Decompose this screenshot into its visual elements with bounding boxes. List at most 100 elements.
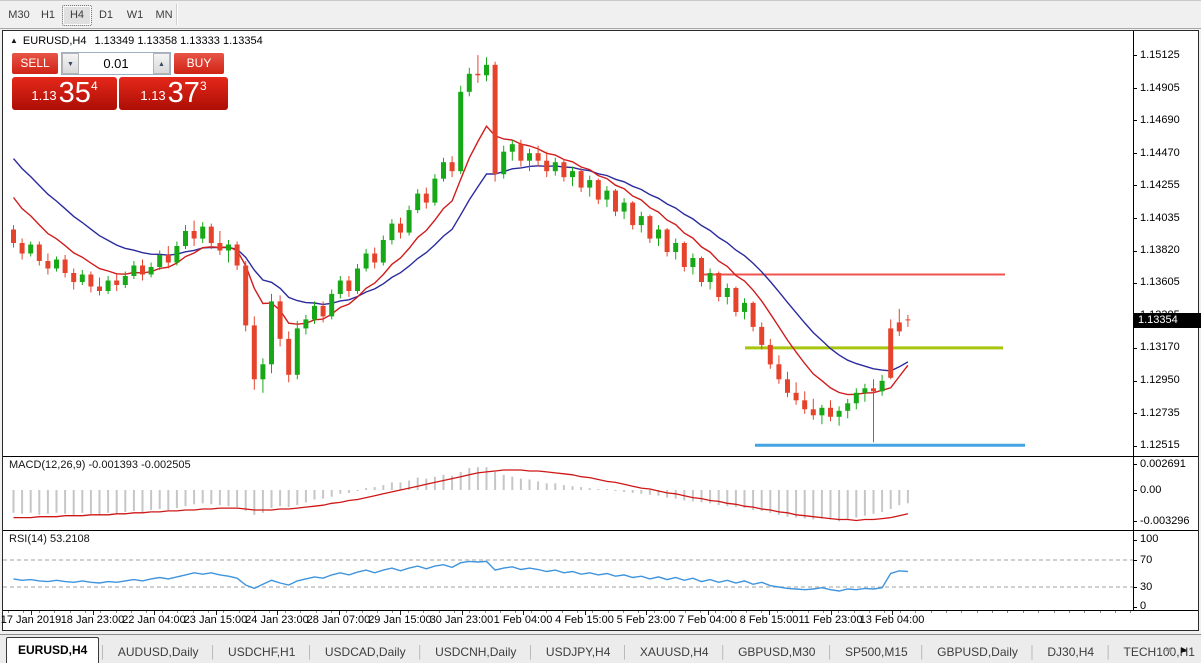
chart-tab-dj30-h4[interactable]: DJ30,H4 (1036, 641, 1105, 663)
chart-tab-usdcad-daily[interactable]: USDCAD,Daily (314, 641, 417, 663)
date-axis-tick (400, 611, 401, 615)
date-axis-label: 23 Jan 15:00 (184, 614, 248, 626)
buy-price-button[interactable]: 1.13 37 3 (119, 77, 228, 110)
price-axis-label: 1.12950 (1140, 374, 1180, 387)
chart-tab-gbpusd-daily[interactable]: GBPUSD,Daily (926, 641, 1029, 663)
sell-price-point: 4 (91, 80, 98, 92)
date-axis-minor-tick (100, 611, 101, 613)
current-price-tag: 1.13354 (1134, 313, 1201, 328)
timeframe-button-h1[interactable]: H1 (33, 5, 63, 26)
chart-title-row: ▲EURUSD,H41.13349 1.13358 1.13333 1.1335… (10, 35, 263, 49)
date-axis-minor-tick (285, 611, 286, 613)
date-axis-minor-tick (116, 611, 117, 613)
price-axis-tick (1133, 251, 1137, 252)
date-axis-tick (277, 611, 278, 615)
date-axis-tick (708, 611, 709, 615)
date-axis-minor-tick (669, 611, 670, 613)
chart-tab-audusd-daily[interactable]: AUDUSD,Daily (107, 641, 210, 663)
chart-tab-usdchf-h1[interactable]: USDCHF,H1 (217, 641, 306, 663)
volume-down-icon[interactable]: ▼ (62, 53, 79, 74)
price-axis-label: 1.12735 (1140, 407, 1180, 420)
timeframe-button-d1[interactable]: D1 (91, 5, 121, 26)
price-axis-tick (1133, 446, 1137, 447)
date-axis-minor-tick (931, 611, 932, 613)
chart-tab-bar: EURUSD,H4│AUDUSD,Daily│USDCHF,H1│USDCAD,… (0, 634, 1201, 663)
price-axis-label: 1.13170 (1140, 341, 1180, 354)
timeframe-button-m30[interactable]: M30 (4, 5, 34, 26)
chart-tab-eurusd-h4[interactable]: EURUSD,H4 (6, 637, 99, 663)
chart-window: ▲EURUSD,H41.13349 1.13358 1.13333 1.1335… (2, 30, 1199, 631)
date-axis-minor-tick (746, 611, 747, 613)
date-axis-minor-tick (223, 611, 224, 613)
timeframe-button-h4[interactable]: H4 (62, 5, 92, 26)
date-axis-minor-tick (500, 611, 501, 613)
ma-slow-line (14, 159, 908, 371)
sell-price-button[interactable]: 1.13 35 4 (12, 77, 117, 110)
date-axis-label: 28 Jan 07:00 (307, 614, 371, 626)
chart-tab-sp500-m15[interactable]: SP500,M15 (834, 641, 919, 663)
rsi-indicator-pane[interactable] (3, 531, 1133, 609)
volume-value[interactable]: 0.01 (79, 53, 153, 74)
sell-button[interactable]: SELL (12, 53, 58, 74)
price-axis-tick (1133, 55, 1137, 56)
tab-scroll-right-icon[interactable]: ► (1179, 645, 1195, 656)
date-axis-tick (585, 611, 586, 615)
date-axis-minor-tick (792, 611, 793, 613)
price-axis-label: 1.14690 (1140, 114, 1180, 127)
date-axis-minor-tick (208, 611, 209, 613)
date-axis-label: 17 Jan 2019 (1, 614, 62, 626)
date-axis-minor-tick (777, 611, 778, 613)
chart-tab-gbpusd-m30[interactable]: GBPUSD,M30 (727, 641, 826, 663)
date-axis-minor-tick (362, 611, 363, 613)
buy-price-pips: 37 (168, 79, 200, 108)
tab-separator: │ (826, 641, 834, 663)
date-axis-minor-tick (515, 611, 516, 613)
date-axis-tick (646, 611, 647, 615)
buy-price-point: 3 (200, 80, 207, 92)
sell-price-pips: 35 (59, 79, 91, 108)
symbol-title: EURUSD,H4 (23, 35, 87, 47)
price-axis-label: 1.14255 (1140, 179, 1180, 192)
date-axis-minor-tick (838, 611, 839, 613)
date-axis-label: 7 Feb 04:00 (678, 614, 737, 626)
rsi-axis-tick (1133, 607, 1137, 608)
date-axis-minor-tick (454, 611, 455, 613)
chart-tab-xauusd-h4[interactable]: XAUUSD,H4 (629, 641, 720, 663)
date-axis-minor-tick (1023, 611, 1024, 613)
volume-up-icon[interactable]: ▲ (153, 53, 170, 74)
price-axis-tick (1133, 185, 1137, 186)
collapse-panel-icon[interactable]: ▲ (10, 36, 18, 45)
date-axis-tick (93, 611, 94, 615)
timeframe-button-w1[interactable]: W1 (120, 5, 150, 26)
tab-separator: │ (1105, 641, 1113, 663)
date-axis-label: 24 Jan 23:00 (245, 614, 309, 626)
date-axis-minor-tick (562, 611, 563, 613)
tab-scroll-left-icon[interactable]: ◄ (1163, 645, 1179, 656)
date-axis-minor-tick (331, 611, 332, 613)
volume-spinner: ▼ 0.01 ▲ (61, 52, 171, 75)
date-axis-tick (892, 611, 893, 615)
price-axis-tick (1133, 88, 1137, 89)
date-axis-minor-tick (1130, 611, 1131, 613)
rsi-label: RSI(14) 53.2108 (9, 533, 90, 545)
date-axis-minor-tick (54, 611, 55, 613)
chart-tab-usdcnh-daily[interactable]: USDCNH,Daily (424, 641, 527, 663)
rsi-axis-tick (1133, 587, 1137, 588)
date-axis-minor-tick (823, 611, 824, 613)
price-axis-label: 1.14905 (1140, 82, 1180, 95)
macd-axis-label: -0.003296 (1140, 515, 1190, 528)
date-axis-minor-tick (685, 611, 686, 613)
timeframe-button-mn[interactable]: MN (149, 5, 179, 26)
date-axis-minor-tick (654, 611, 655, 613)
date-axis-minor-tick (592, 611, 593, 613)
date-axis-minor-tick (1038, 611, 1039, 613)
timeframe-toolbar: M30H1H4D1W1MN (0, 1, 1201, 29)
date-axis-minor-tick (992, 611, 993, 613)
price-axis-label: 1.14035 (1140, 212, 1180, 225)
rsi-axis-tick (1133, 560, 1137, 561)
chart-tab-usdjpy-h4[interactable]: USDJPY,H4 (535, 641, 621, 663)
date-axis-tick (769, 611, 770, 615)
date-axis-minor-tick (177, 611, 178, 613)
date-axis-minor-tick (254, 611, 255, 613)
buy-button[interactable]: BUY (174, 53, 224, 74)
